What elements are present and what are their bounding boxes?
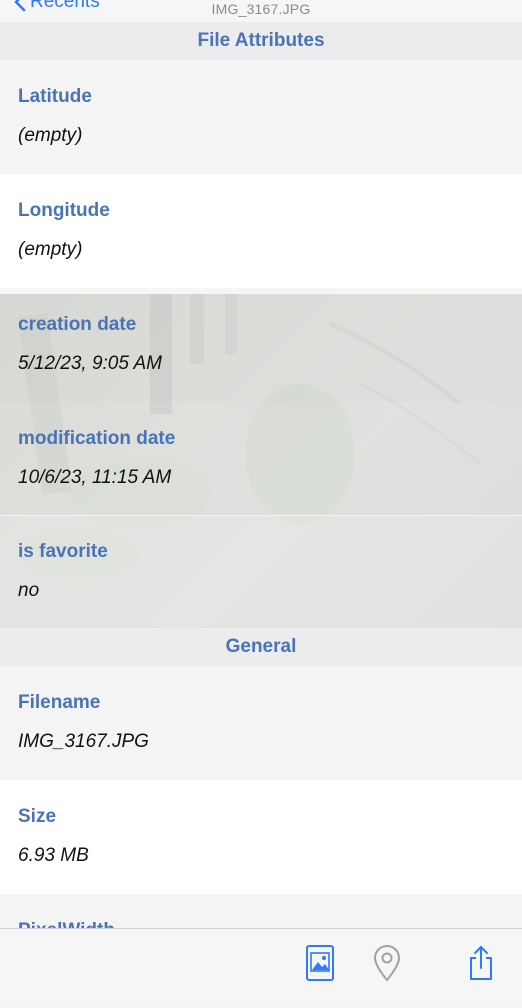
list-item-longitude[interactable]: Longitude (empty) (0, 174, 522, 288)
location-button[interactable] (370, 943, 404, 983)
bottom-toolbar (0, 928, 522, 1000)
list-item-modification-date[interactable]: modification date 10/6/23, 11:15 AM (0, 402, 522, 516)
field-label: Latitude (18, 86, 92, 107)
section-title: General (225, 636, 297, 657)
field-label: Size (18, 806, 57, 827)
section-header-file-attributes: File Attributes (0, 22, 522, 60)
field-label: Filename (18, 692, 101, 713)
navigation-bar: Recents IMG_3167.JPG (0, 0, 522, 23)
field-label: Longitude (18, 200, 110, 221)
location-pin-icon (373, 945, 401, 982)
photo-button[interactable] (303, 943, 337, 983)
list-item-is-favorite[interactable]: is favorite no (0, 515, 522, 629)
field-value: IMG_3167.JPG (18, 731, 149, 752)
list-item-size[interactable]: Size 6.93 MB (0, 780, 522, 894)
field-label: is favorite (18, 541, 108, 562)
nav-subtitle: IMG_3167.JPG (211, 1, 311, 17)
field-value: (empty) (18, 125, 83, 146)
share-icon (470, 946, 492, 980)
field-value: 6.93 MB (18, 845, 89, 866)
photo-icon (306, 945, 334, 981)
field-value: 5/12/23, 9:05 AM (18, 353, 163, 374)
list-item-creation-date[interactable]: creation date 5/12/23, 9:05 AM (0, 288, 522, 402)
section-header-general: General (0, 628, 522, 666)
list-item-filename[interactable]: Filename IMG_3167.JPG (0, 666, 522, 780)
field-value: (empty) (18, 239, 83, 260)
field-value: no (18, 580, 40, 601)
field-label: modification date (18, 428, 176, 449)
field-label: creation date (18, 314, 137, 335)
list-item-latitude[interactable]: Latitude (empty) (0, 60, 522, 174)
field-value: 10/6/23, 11:15 AM (18, 467, 172, 488)
section-title: File Attributes (197, 30, 325, 51)
share-button[interactable] (464, 943, 498, 983)
